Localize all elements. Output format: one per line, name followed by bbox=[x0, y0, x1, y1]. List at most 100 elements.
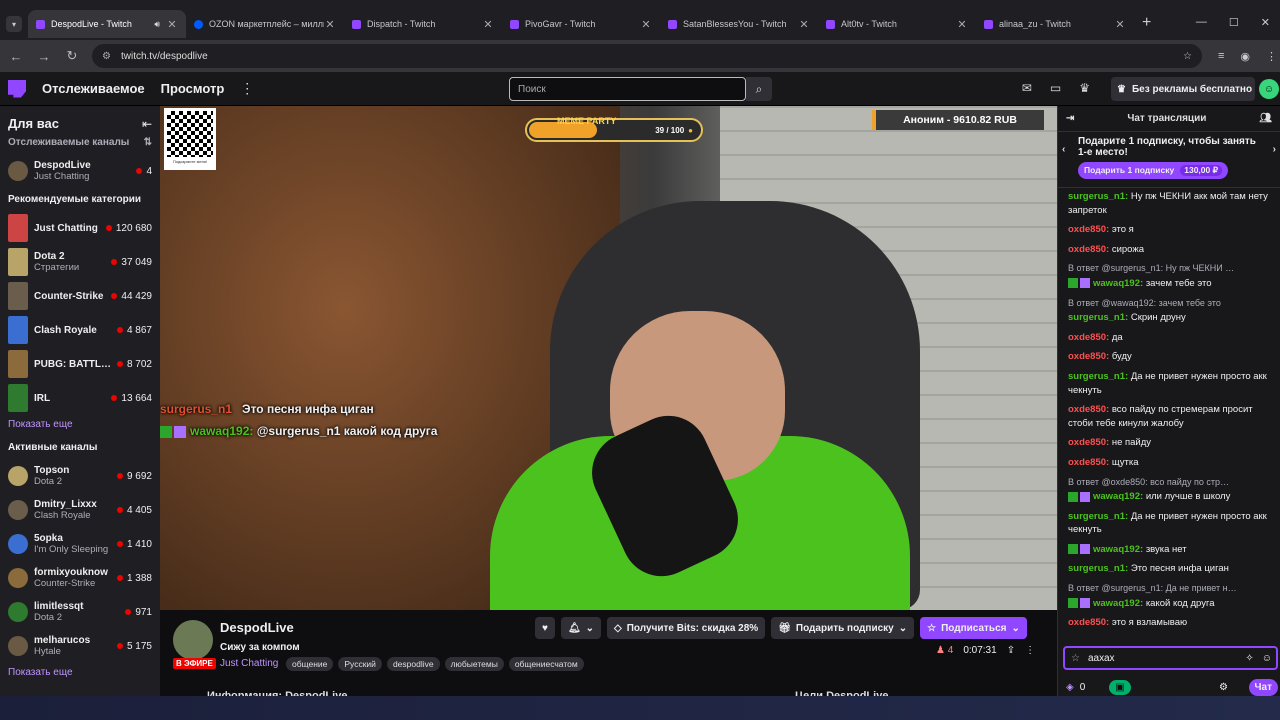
sidebar-channel[interactable]: 5opka I'm Only Sleeping 1 410 bbox=[0, 527, 160, 561]
chat-username[interactable]: oxde850: bbox=[1068, 244, 1109, 255]
crown-icon[interactable]: ♛ bbox=[1079, 81, 1090, 95]
sidebar-channel[interactable]: melharucos Hytale 5 175 bbox=[0, 629, 160, 663]
sidebar-channel[interactable]: Topson Dota 29 692 bbox=[0, 459, 160, 493]
more-icon[interactable]: ⋮ bbox=[240, 80, 254, 97]
follow-button[interactable]: ♥ bbox=[535, 617, 555, 639]
no-ads-button[interactable]: ♛ Без рекламы бесплатно bbox=[1111, 77, 1255, 101]
chat-username[interactable]: surgerus_n1: bbox=[1068, 511, 1128, 522]
gift-sub-button[interactable]: 🎁︎ Подарить подписку ⌄ bbox=[771, 617, 915, 639]
points-reward-button[interactable]: ▣ bbox=[1109, 679, 1131, 695]
sidebar-category[interactable]: PUBG: BATTLEG… 8 702 bbox=[0, 347, 160, 381]
chat-username[interactable]: wawaq192: bbox=[1093, 598, 1143, 609]
more-options-icon[interactable]: ⋮ bbox=[1025, 645, 1035, 656]
chat-star-icon[interactable]: ☆ bbox=[1071, 653, 1080, 664]
sidebar-channel[interactable]: DespodLive Just Chatting 4 bbox=[0, 154, 160, 188]
sort-icon[interactable]: ⇅ bbox=[144, 137, 152, 148]
video-player[interactable]: Подкармите меня! MEME PARTY 39 / 100 ● А… bbox=[160, 106, 1057, 610]
browser-tab[interactable]: alinaa_zu - Twitch ✕ bbox=[976, 10, 1134, 38]
show-more-active[interactable]: Показать еще bbox=[0, 663, 160, 684]
close-tab-icon[interactable]: ✕ bbox=[640, 18, 652, 31]
channel-avatar[interactable] bbox=[173, 620, 213, 660]
browser-tab[interactable]: SatanBlessesYou - Twitch ✕ bbox=[660, 10, 818, 38]
browser-menu-icon[interactable]: ⋮ bbox=[1266, 50, 1277, 63]
chevron-right-icon[interactable]: › bbox=[1273, 144, 1276, 155]
notifications-button[interactable]: 🔔︎ ⌄ bbox=[560, 617, 602, 639]
chat-username[interactable]: oxde850: bbox=[1068, 437, 1109, 448]
collapse-sidebar-icon[interactable]: ⇤ bbox=[142, 117, 152, 131]
sidebar-category[interactable]: Just Chatting 120 680 bbox=[0, 211, 160, 245]
new-tab-button[interactable]: + bbox=[1142, 14, 1151, 32]
emote-icon[interactable]: ☺ bbox=[1262, 653, 1272, 664]
maximize-icon[interactable]: ☐ bbox=[1229, 16, 1239, 29]
search-input[interactable]: Поиск bbox=[509, 77, 746, 101]
url-field[interactable]: ⚙ twitch.tv/despodlive ☆ bbox=[92, 44, 1202, 68]
sidebar-category[interactable]: IRL 13 664 bbox=[0, 381, 160, 415]
browser-tab[interactable]: Alt0tv - Twitch ✕ bbox=[818, 10, 976, 38]
chat-username[interactable]: wawaq192: bbox=[1093, 491, 1143, 502]
close-tab-icon[interactable]: ✕ bbox=[798, 18, 810, 31]
twitch-logo-icon[interactable] bbox=[8, 79, 26, 98]
chat-username[interactable]: oxde850: bbox=[1068, 332, 1109, 343]
nav-following[interactable]: Отслеживаемое bbox=[42, 81, 145, 96]
chat-username[interactable]: surgerus_n1: bbox=[1068, 312, 1128, 323]
sidebar-channel[interactable]: formixyouknow Counter-Strike 1 388 bbox=[0, 561, 160, 595]
minimize-icon[interactable]: — bbox=[1196, 16, 1207, 29]
stream-tag[interactable]: despodlive bbox=[386, 657, 440, 671]
reply-context[interactable]: В ответ @wawaq192: зачем тебе это bbox=[1068, 297, 1270, 311]
inbox-icon[interactable]: ✉ bbox=[1022, 81, 1032, 95]
community-icon[interactable]: 👥︎ bbox=[1259, 113, 1272, 124]
reply-context[interactable]: В ответ @oxde850: всо пайду по стр… bbox=[1068, 476, 1270, 490]
collapse-chat-icon[interactable]: ⇥ bbox=[1066, 113, 1074, 124]
stream-tag[interactable]: общениесчатом bbox=[508, 657, 584, 671]
browser-tab[interactable]: PivoGavr - Twitch ✕ bbox=[502, 10, 660, 38]
stream-tag[interactable]: любыетемы bbox=[444, 657, 504, 671]
search-icon[interactable]: ⌕ bbox=[746, 77, 772, 101]
stream-category[interactable]: Just Chatting bbox=[220, 658, 278, 669]
chat-username[interactable]: oxde850: bbox=[1068, 224, 1109, 235]
stream-tag[interactable]: Русский bbox=[338, 657, 382, 671]
chat-username[interactable]: surgerus_n1: bbox=[1068, 371, 1128, 382]
bookmark-star-icon[interactable]: ☆ bbox=[1183, 51, 1192, 62]
tab-search-button[interactable]: ▾ bbox=[6, 16, 22, 32]
close-tab-icon[interactable]: ✕ bbox=[166, 18, 178, 31]
reply-context[interactable]: В ответ @surgerus_n1: Да не привет н… bbox=[1068, 582, 1270, 596]
close-tab-icon[interactable]: ✕ bbox=[1114, 18, 1126, 31]
chat-input[interactable]: ☆ аахах ✧ ☺ bbox=[1063, 646, 1278, 670]
speaker-icon[interactable]: 🔊︎ bbox=[154, 19, 160, 30]
chat-username[interactable]: surgerus_n1: bbox=[1068, 563, 1128, 574]
chat-send-button[interactable]: Чат bbox=[1248, 678, 1278, 696]
show-more-categories[interactable]: Показать еще bbox=[0, 415, 160, 436]
whispers-icon[interactable]: ▭ bbox=[1050, 81, 1061, 95]
magic-icon[interactable]: ✧ bbox=[1245, 653, 1253, 664]
sidebar-channel[interactable]: limitlessqt Dota 2 971 bbox=[0, 595, 160, 629]
user-avatar[interactable]: ☺ bbox=[1259, 79, 1279, 99]
forward-icon[interactable]: → bbox=[32, 49, 56, 64]
profile-icon[interactable]: ◉ bbox=[1240, 50, 1250, 63]
chat-username[interactable]: surgerus_n1: bbox=[1068, 191, 1128, 202]
sidebar-category[interactable]: Clash Royale 4 867 bbox=[0, 313, 160, 347]
bits-button[interactable]: ◇ Получите Bits: скидка 28% bbox=[607, 617, 766, 639]
close-tab-icon[interactable]: ✕ bbox=[324, 18, 336, 31]
back-icon[interactable]: ← bbox=[4, 49, 28, 64]
browser-tab[interactable]: Dispatch - Twitch ✕ bbox=[344, 10, 502, 38]
channel-points-icon[interactable]: ◈ bbox=[1066, 682, 1074, 693]
browser-tab[interactable]: OZON маркетплейс – миллио ✕ bbox=[186, 10, 344, 38]
chat-username[interactable]: oxde850: bbox=[1068, 457, 1109, 468]
close-tab-icon[interactable]: ✕ bbox=[482, 18, 494, 31]
subscribe-button[interactable]: ☆ Подписаться ⌄ bbox=[920, 617, 1027, 639]
reply-context[interactable]: В ответ @surgerus_n1: Ну пж ЧЕКНИ … bbox=[1068, 262, 1270, 276]
sidebar-category[interactable]: Counter-Strike 44 429 bbox=[0, 279, 160, 313]
channel-name[interactable]: DespodLive bbox=[220, 620, 294, 635]
chat-username[interactable]: wawaq192: bbox=[1093, 278, 1143, 289]
chat-settings-icon[interactable]: ⚙ bbox=[1219, 682, 1228, 693]
chat-username[interactable]: oxde850: bbox=[1068, 404, 1109, 415]
stream-tag[interactable]: общение bbox=[286, 657, 334, 671]
nav-browse[interactable]: Просмотр bbox=[161, 81, 225, 96]
gift-one-sub-button[interactable]: Подарить 1 подписку 130,00 ₽ bbox=[1078, 162, 1229, 179]
browser-tab[interactable]: DespodLive - Twitch 🔊︎ ✕ bbox=[28, 10, 186, 38]
sidebar-category[interactable]: Dota 2 Стратегии 37 049 bbox=[0, 245, 160, 279]
chat-username[interactable]: oxde850: bbox=[1068, 617, 1109, 628]
close-window-icon[interactable]: ✕ bbox=[1261, 16, 1270, 29]
site-info-icon[interactable]: ⚙ bbox=[102, 51, 111, 62]
media-control-icon[interactable]: ≡ bbox=[1218, 50, 1224, 62]
